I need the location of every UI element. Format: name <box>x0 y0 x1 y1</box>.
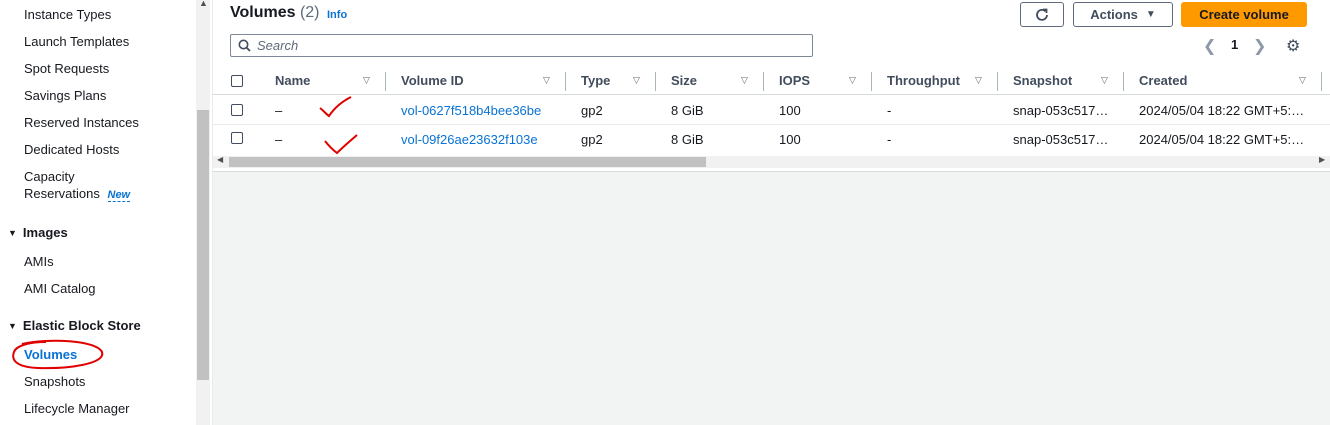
cell-iops: 100 <box>779 132 801 147</box>
create-volume-button[interactable]: Create volume <box>1181 2 1307 27</box>
table-row[interactable]: – vol-0627f518b4bee36be gp2 8 GiB 100 - … <box>213 96 1330 125</box>
cell-name: – <box>275 103 283 118</box>
column-header-snapshot[interactable]: Snapshot <box>1013 73 1072 88</box>
column-header-throughput[interactable]: Throughput <box>887 73 960 88</box>
sort-icon[interactable]: ▽ <box>543 75 550 86</box>
column-resizer[interactable] <box>997 72 998 91</box>
select-all-checkbox[interactable] <box>231 75 243 87</box>
sidebar-item-launch-templates[interactable]: Launch Templates <box>24 33 129 50</box>
annotation-checkmark <box>319 96 352 118</box>
refresh-button[interactable] <box>1020 2 1064 27</box>
column-header-size[interactable]: Size <box>671 73 697 88</box>
column-header-volume-id[interactable]: Volume ID <box>401 73 464 88</box>
cell-snapshot: snap-053c517… <box>1013 132 1109 147</box>
column-resizer[interactable] <box>1321 72 1322 91</box>
scroll-up-icon[interactable]: ▲ <box>199 0 208 8</box>
sidebar-item-lifecycle-manager[interactable]: Lifecycle Manager <box>24 400 130 417</box>
section-label: Images <box>22 225 68 240</box>
cell-iops: 100 <box>779 103 801 118</box>
cell-created: 2024/05/04 18:22 GMT+5:… <box>1139 103 1305 118</box>
cell-snapshot: snap-053c517… <box>1013 103 1109 118</box>
actions-button[interactable]: Actions ▼ <box>1073 2 1173 27</box>
sidebar-item-capacity-reservations[interactable]: Capacity Reservations New <box>24 168 131 204</box>
column-resizer[interactable] <box>655 72 656 91</box>
search-icon <box>238 39 251 52</box>
section-elastic-block-store[interactable]: ▼ Elastic Block Store <box>8 318 141 333</box>
column-header-type[interactable]: Type <box>581 73 610 88</box>
annotation-checkmark <box>324 134 358 155</box>
cell-size: 8 GiB <box>671 132 704 147</box>
column-resizer[interactable] <box>1123 72 1124 91</box>
cell-created: 2024/05/04 18:22 GMT+5:… <box>1139 132 1305 147</box>
cell-size: 8 GiB <box>671 103 704 118</box>
actions-label: Actions <box>1090 7 1138 22</box>
sort-icon[interactable]: ▽ <box>633 75 640 86</box>
section-images[interactable]: ▼ Images <box>8 225 68 240</box>
settings-gear-icon[interactable]: ⚙ <box>1286 36 1300 56</box>
sort-icon[interactable]: ▽ <box>741 75 748 86</box>
sort-icon[interactable]: ▽ <box>1299 75 1306 86</box>
sidebar-item-amis[interactable]: AMIs <box>24 253 54 270</box>
page-title: Volumes (2) <box>230 4 320 22</box>
section-label: Elastic Block Store <box>22 318 141 333</box>
volume-count: (2) <box>299 4 320 21</box>
sidebar-scrollbar[interactable]: ▲ <box>196 0 210 425</box>
volume-id-link[interactable]: vol-09f26ae23632f103e <box>401 132 538 147</box>
sidebar-item-reserved-instances[interactable]: Reserved Instances <box>24 114 139 131</box>
column-resizer[interactable] <box>385 72 386 91</box>
column-header-created[interactable]: Created <box>1139 73 1187 88</box>
column-header-iops[interactable]: IOPS <box>779 73 810 88</box>
sidebar-item-label: Reservations <box>24 186 100 201</box>
cell-throughput: - <box>887 132 892 147</box>
volumes-panel: Volumes (2) Info Actions ▼ Create volume… <box>213 0 1330 172</box>
cell-type: gp2 <box>581 103 603 118</box>
volume-id-link[interactable]: vol-0627f518b4bee36be <box>401 103 541 118</box>
prev-page-icon[interactable]: ❮ <box>1203 36 1216 56</box>
column-resizer[interactable] <box>565 72 566 91</box>
sidebar-item-dedicated-hosts[interactable]: Dedicated Hosts <box>24 141 119 158</box>
scroll-left-icon[interactable]: ◀ <box>217 155 223 164</box>
search-box <box>230 34 813 57</box>
main-content: Volumes (2) Info Actions ▼ Create volume… <box>212 0 1330 425</box>
table-header: Name ▽ Volume ID ▽ Type ▽ Size ▽ IOPS ▽ … <box>213 68 1330 95</box>
caret-down-icon: ▼ <box>1145 9 1156 20</box>
row-checkbox[interactable] <box>231 104 243 116</box>
info-link[interactable]: Info <box>327 9 347 21</box>
search-input[interactable] <box>257 38 777 53</box>
scroll-right-icon[interactable]: ▶ <box>1319 155 1325 164</box>
caret-down-icon: ▼ <box>8 320 17 331</box>
sort-icon[interactable]: ▽ <box>363 75 370 86</box>
cell-throughput: - <box>887 103 892 118</box>
cell-type: gp2 <box>581 132 603 147</box>
table-row[interactable]: – vol-09f26ae23632f103e gp2 8 GiB 100 - … <box>213 125 1330 155</box>
sidebar-item-volumes[interactable]: Volumes <box>24 346 77 363</box>
sort-icon[interactable]: ▽ <box>1101 75 1108 86</box>
sidebar-item-snapshots[interactable]: Snapshots <box>24 373 85 390</box>
caret-down-icon: ▼ <box>8 227 17 238</box>
horizontal-scrollbar[interactable]: ◀ ▶ <box>213 155 1330 168</box>
sidebar: Instance Types Launch Templates Spot Req… <box>0 0 196 425</box>
cell-name: – <box>275 132 283 147</box>
column-resizer[interactable] <box>871 72 872 91</box>
sidebar-item-spot-requests[interactable]: Spot Requests <box>24 60 109 77</box>
next-page-icon[interactable]: ❯ <box>1253 36 1266 56</box>
scrollbar-thumb[interactable] <box>197 110 209 380</box>
row-checkbox[interactable] <box>231 132 243 144</box>
sidebar-item-label: Capacity <box>24 169 75 184</box>
new-badge: New <box>107 189 131 202</box>
refresh-icon <box>1036 8 1048 21</box>
current-page[interactable]: 1 <box>1231 37 1238 52</box>
column-header-name[interactable]: Name <box>275 73 310 88</box>
scrollbar-thumb[interactable] <box>229 157 706 167</box>
sidebar-item-instance-types[interactable]: Instance Types <box>24 6 111 23</box>
sort-icon[interactable]: ▽ <box>975 75 982 86</box>
column-resizer[interactable] <box>763 72 764 91</box>
title-text: Volumes <box>230 4 296 21</box>
sort-icon[interactable]: ▽ <box>849 75 856 86</box>
sidebar-item-ami-catalog[interactable]: AMI Catalog <box>24 280 96 297</box>
sidebar-item-savings-plans[interactable]: Savings Plans <box>24 87 106 104</box>
